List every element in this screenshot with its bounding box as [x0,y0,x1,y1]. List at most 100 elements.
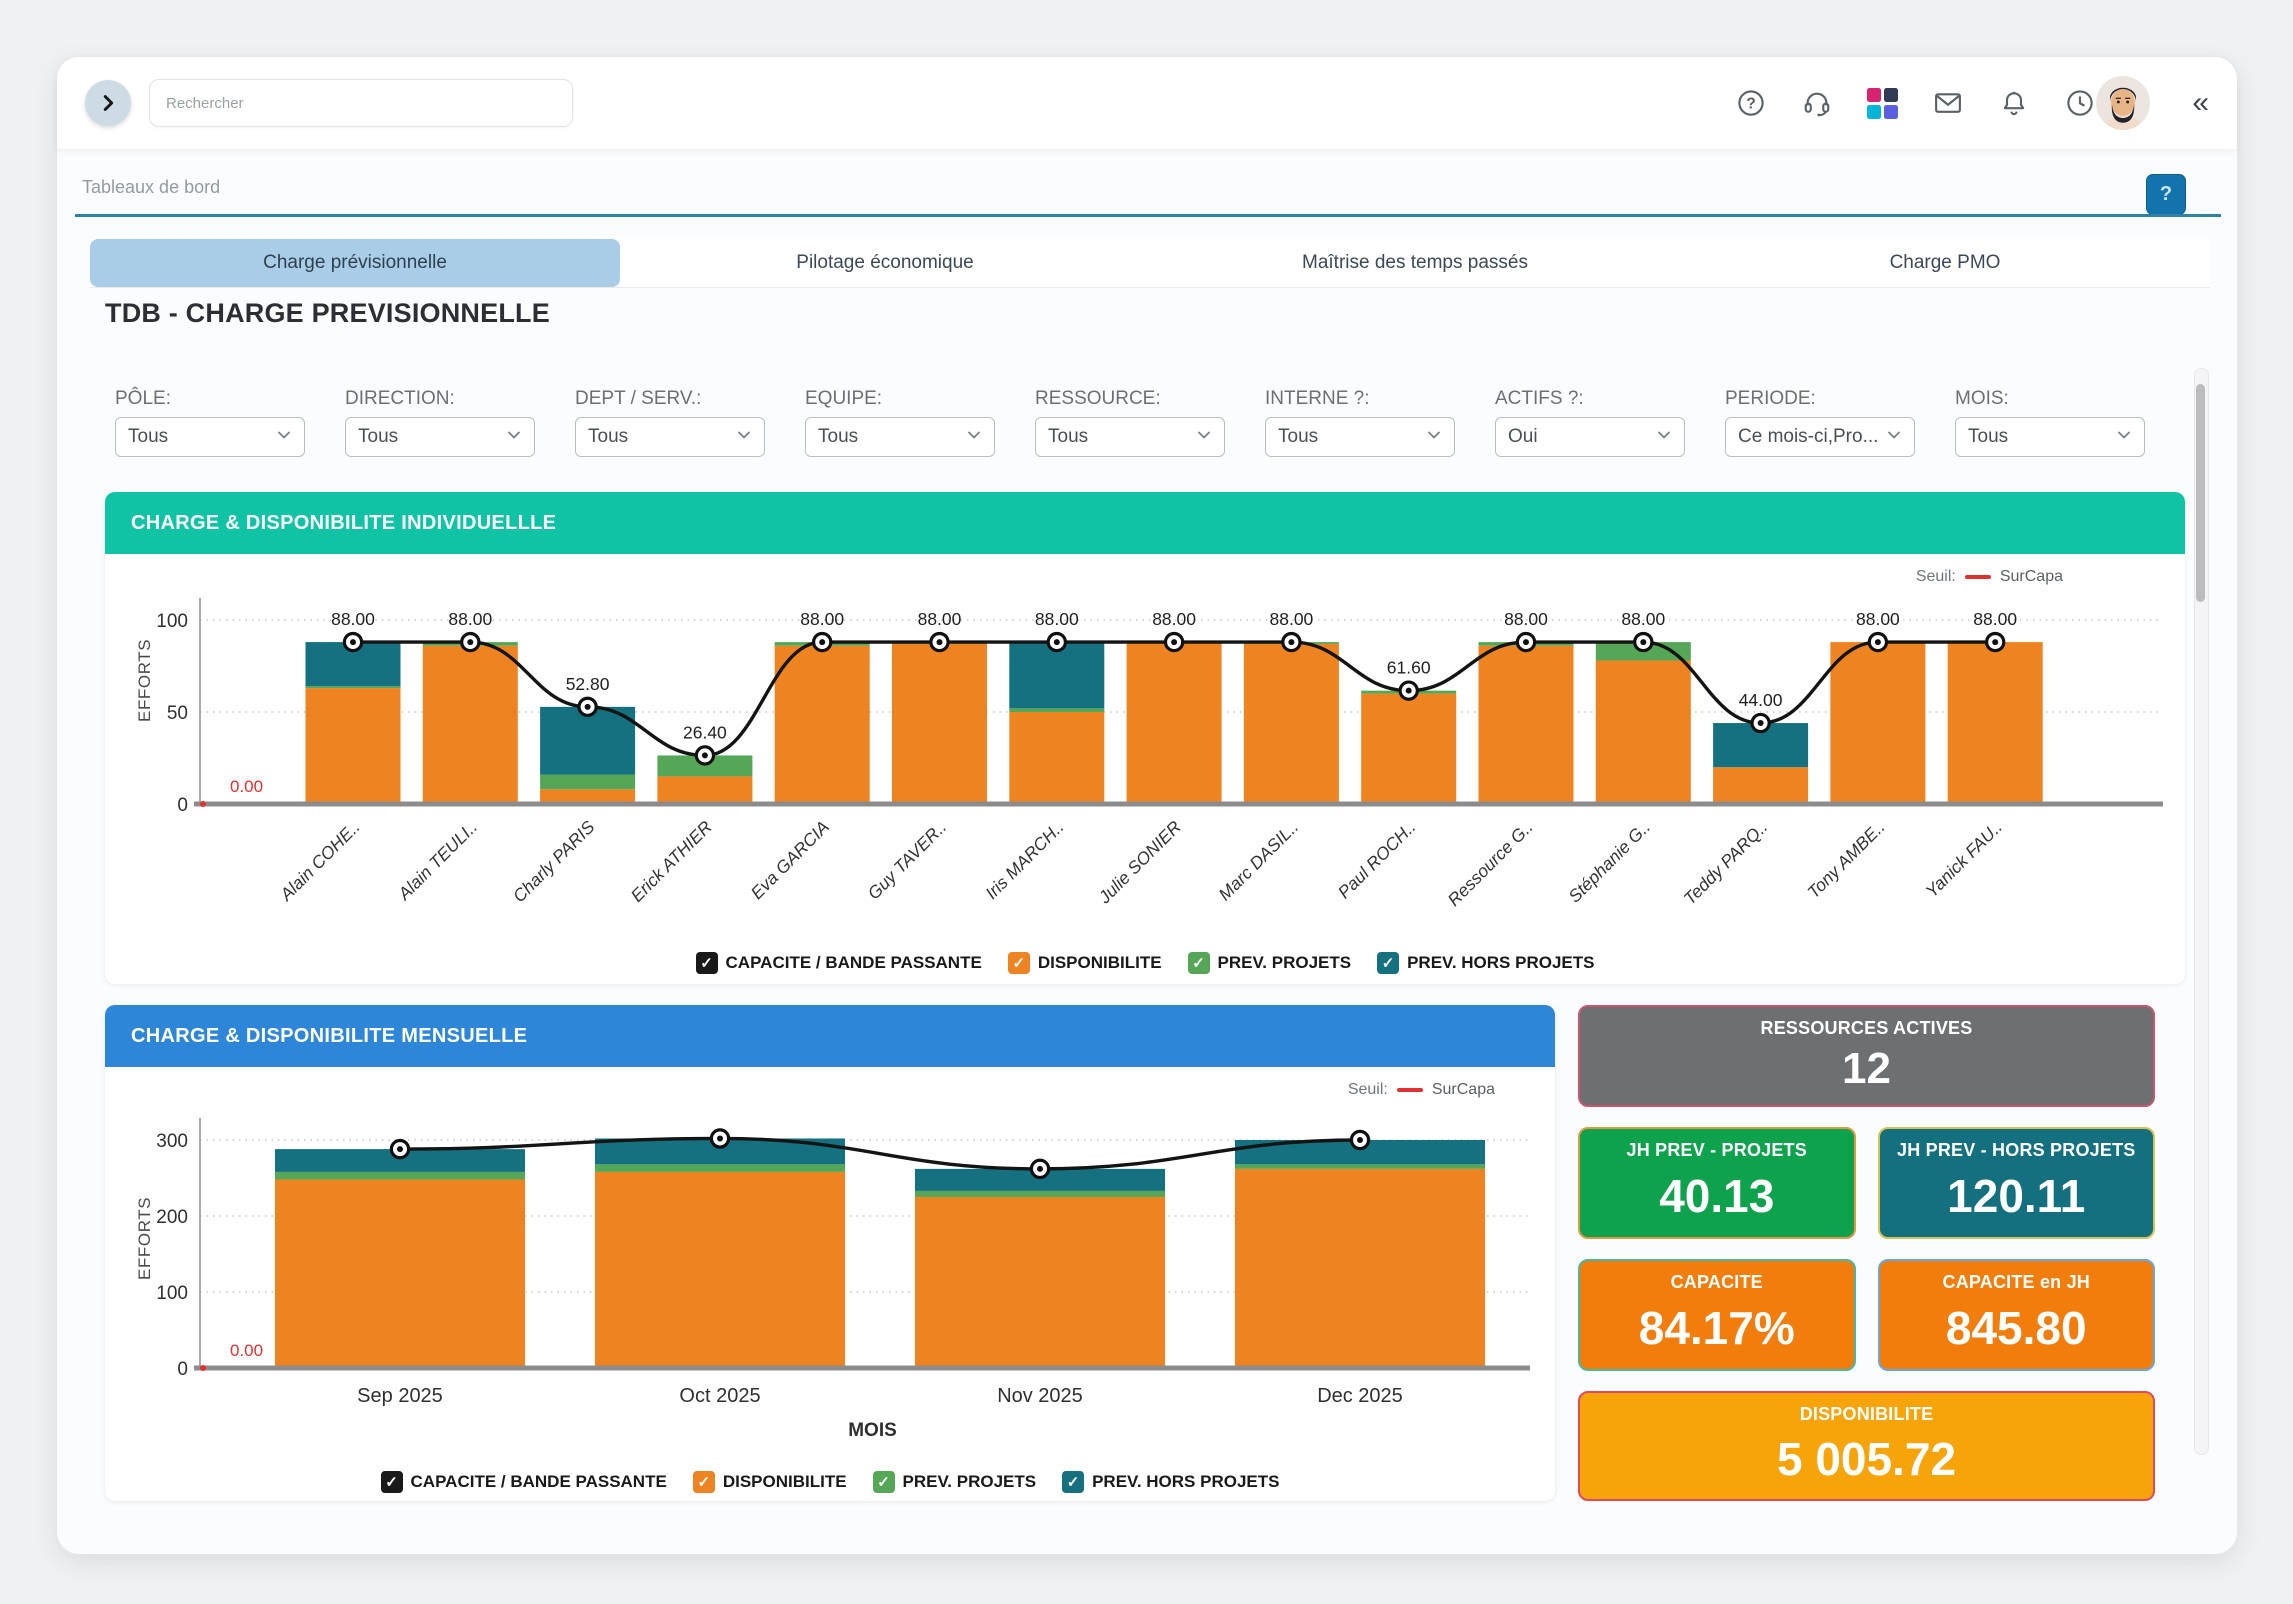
filter-select-interne[interactable]: Tous [1265,417,1455,457]
legend-checkbox-prev-projets[interactable]: ✓ PREV. PROJETS [1188,952,1352,974]
kpi-capacite: CAPACITE84.17% [1578,1259,1856,1371]
bar-segment-disponibilite [423,646,518,804]
category-label: Sep 2025 [357,1385,443,1407]
line-value-label: 88.00 [1504,609,1548,629]
filter-label: EQUIPE: [805,388,995,410]
kpi-capacite-en-jh: CAPACITE en JH845.80 [1878,1259,2156,1371]
line-marker-dot [397,1146,403,1152]
filter-label: DEPT / SERV.: [575,388,765,410]
bar-segment-disponibilite [1244,644,1339,804]
line-value-label: 26.40 [683,722,727,742]
category-label: Paul ROCH.. [1334,817,1420,903]
legend-label: DISPONIBILITE [1038,953,1162,973]
collapse-sidebar-icon[interactable]: « [2192,88,2209,118]
category-label: Alain TEULI.. [393,817,481,905]
filter-select-equipe[interactable]: Tous [805,417,995,457]
threshold-value-label: 0.00 [230,1341,263,1360]
filter-equipe: EQUIPE: Tous [805,388,995,457]
line-marker-dot [937,639,943,645]
bar-segment-prev-projets [306,686,401,688]
scrollbar-thumb[interactable] [2196,384,2205,602]
filter-select-periode[interactable]: Ce mois-ci,Pro... [1725,417,1915,457]
line-marker-dot [1406,688,1412,694]
user-avatar[interactable] [2096,76,2150,130]
bar-segment-prev-projets [595,1164,845,1172]
legend-checkbox-prev-hors-projets[interactable]: ✓PREV. HORS PROJETS [1377,952,1594,974]
bar-segment-prev-projets [1009,708,1104,712]
legend-checkbox-disponibilite[interactable]: ✓DISPONIBILITE [1008,952,1162,974]
filter-label: MOIS: [1955,388,2145,410]
expand-menu-button[interactable] [85,80,131,126]
y-tick-label: 300 [156,1131,188,1152]
threshold-value-label: 0.00 [230,777,263,796]
category-label: Stéphanie G.. [1564,817,1654,907]
bar-segment-disponibilite [1361,694,1456,804]
dashboard-page: ? « Tableaux de bord ? Charge prévisionn [0,0,2293,1604]
legend-checkbox-capacite-bande-passante[interactable]: ✓CAPACITE / BANDE PASSANTE [696,952,982,974]
line-value-label: 52.80 [566,674,610,694]
y-tick-label: 200 [156,1207,188,1228]
chevron-down-icon [966,427,982,448]
filter-select-mois[interactable]: Tous [1955,417,2145,457]
search-input[interactable] [149,79,573,127]
filter-mois: MOIS: Tous [1955,388,2145,457]
line-marker-dot [1054,639,1060,645]
filter-select-direction[interactable]: Tous [345,417,535,457]
line-marker-dot [717,1135,723,1141]
breadcrumb-underline [75,214,2221,217]
line-value-label: 88.00 [1973,609,2017,629]
filter-direction: DIRECTION:Tous [345,388,535,457]
tab-charge-pmo[interactable]: Charge PMO [1680,239,2210,287]
legend-checkbox-prev-hors-projets[interactable]: ✓PREV. HORS PROJETS [1062,1471,1279,1493]
bell-icon[interactable] [1998,87,2030,119]
category-label: Dec 2025 [1317,1385,1403,1407]
legend-checkbox-disponibilite[interactable]: ✓DISPONIBILITE [693,1471,847,1493]
chart1-legend: ✓CAPACITE / BANDE PASSANTE✓DISPONIBILITE… [105,952,2185,974]
tab-charge-pr-visionnelle[interactable]: Charge prévisionnelle [90,239,620,287]
bar-segment-disponibilite [1713,767,1808,804]
bar-segment-disponibilite [1948,642,2043,804]
app-tile [1884,105,1898,119]
apps-icon[interactable] [1867,88,1898,119]
category-label: Nov 2025 [997,1385,1083,1407]
line-marker-dot [1992,639,1998,645]
y-tick-label: 100 [156,1283,188,1304]
legend-checkbox-prev-projets[interactable]: ✓PREV. PROJETS [873,1471,1037,1493]
filter-p-le: PÔLE:Tous [115,388,305,457]
line-marker-dot [1640,639,1646,645]
help-button[interactable]: ? [2146,174,2186,215]
filter-select-actifs[interactable]: Oui [1495,417,1685,457]
bar-segment-disponibilite [275,1180,525,1368]
topbar-icons: ? [1735,87,2096,119]
y-tick-label: 0 [177,1359,188,1380]
mail-icon[interactable] [1932,87,1964,119]
tab-ma-trise-des-temps-pass-s[interactable]: Maîtrise des temps passés [1150,239,1680,287]
tab-pilotage-conomique[interactable]: Pilotage économique [620,239,1150,287]
filter-select-ressource[interactable]: Tous [1035,417,1225,457]
line-value-label: 88.00 [1621,609,1665,629]
filter-value: Tous [1048,426,1196,448]
bar-segment-disponibilite [1596,660,1691,804]
legend-label: CAPACITE / BANDE PASSANTE [726,953,982,973]
category-label: Ressource G.. [1444,817,1537,910]
x-axis-title: MOIS [848,1420,897,1441]
seuil-marker [200,1365,206,1371]
headset-icon[interactable] [1801,87,1833,119]
filter-select-dept-serv[interactable]: Tous [575,417,765,457]
bar-segment-prev-projets [1235,1164,1485,1169]
line-marker-dot [1357,1137,1363,1143]
legend-label: PREV. HORS PROJETS [1092,1472,1279,1492]
filter-value: Ce mois-ci,Pro... [1738,426,1886,448]
filter-interne: INTERNE ?:Tous [1265,388,1455,457]
line-value-label: 88.00 [448,609,492,629]
help-icon[interactable]: ? [1735,87,1767,119]
legend-label: PREV. PROJETS [1218,953,1352,973]
checkbox-checked-icon: ✓ [1188,952,1210,974]
legend-checkbox-capacite-bande-passante[interactable]: ✓CAPACITE / BANDE PASSANTE [381,1471,667,1493]
category-label: Guy TAVER.. [864,817,951,904]
legend-label: CAPACITE / BANDE PASSANTE [411,1472,667,1492]
clock-icon[interactable] [2064,87,2096,119]
filter-select-p-le[interactable]: Tous [115,417,305,457]
category-label: Teddy PARQ.. [1680,817,1772,909]
filter-value: Tous [588,426,736,448]
